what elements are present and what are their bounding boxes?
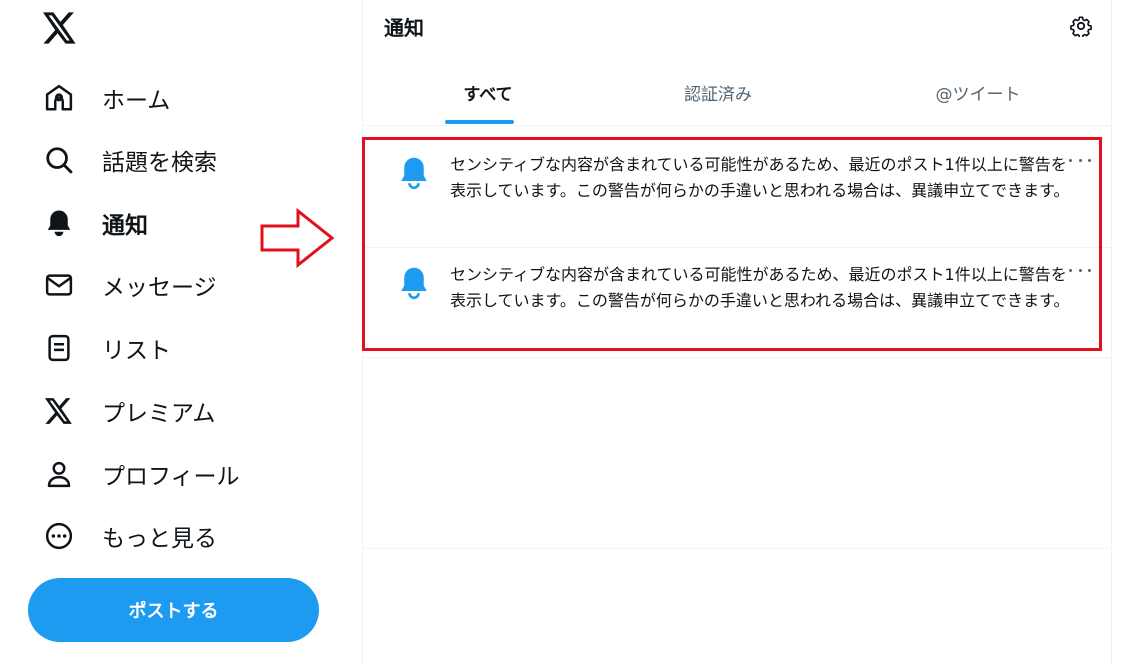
list-icon <box>44 333 74 363</box>
tab-verified[interactable]: 認証済み <box>593 62 843 125</box>
sidebar-item-label: 通知 <box>102 213 148 239</box>
mail-icon <box>44 270 74 300</box>
gear-icon[interactable] <box>1067 12 1095 40</box>
notifications-column: 通知 すべて 認証済み @ツイート センシティブな内容が含まれている可能性がある… <box>362 0 1112 665</box>
sidebar-item-more[interactable]: もっと見る <box>30 510 217 562</box>
notification-tabs: すべて 認証済み @ツイート <box>363 62 1112 126</box>
home-icon <box>44 83 74 113</box>
more-options-icon[interactable] <box>1069 154 1091 166</box>
sidebar-item-label: リスト <box>102 338 171 364</box>
notification-item[interactable]: センシティブな内容が含まれている可能性があるため、最近のポスト1件以上に警告を表… <box>363 138 1112 248</box>
bell-icon <box>44 208 74 238</box>
sidebar-item-notifications[interactable]: 通知 <box>30 197 148 249</box>
post-button[interactable]: ポストする <box>28 578 319 642</box>
notification-item[interactable]: センシティブな内容が含まれている可能性があるため、最近のポスト1件以上に警告を表… <box>363 248 1112 358</box>
sidebar-item-profile[interactable]: プロフィール <box>30 448 240 500</box>
x-logo-icon <box>44 396 74 426</box>
page-title: 通知 <box>384 16 424 40</box>
sidebar-item-label: もっと見る <box>102 526 217 552</box>
tab-mentions[interactable]: @ツイート <box>853 62 1103 125</box>
sidebar-item-explore[interactable]: 話題を検索 <box>30 134 217 186</box>
sidebar-item-lists[interactable]: リスト <box>30 322 171 374</box>
sidebar-item-messages[interactable]: メッセージ <box>30 259 217 311</box>
search-icon <box>44 145 74 175</box>
sidebar-item-label: プロフィール <box>102 464 240 490</box>
tab-all[interactable]: すべて <box>363 62 613 125</box>
more-options-icon[interactable] <box>1069 264 1091 276</box>
active-tab-indicator <box>445 120 514 124</box>
notification-text: センシティブな内容が含まれている可能性があるため、最近のポスト1件以上に警告を表… <box>450 155 1070 200</box>
sidebar-item-label: メッセージ <box>102 275 217 301</box>
more-circle-icon <box>44 521 74 551</box>
notification-text: センシティブな内容が含まれている可能性があるため、最近のポスト1件以上に警告を表… <box>450 265 1070 310</box>
sidebar-item-premium[interactable]: プレミアム <box>30 385 215 437</box>
sidebar-item-label: ホーム <box>102 88 171 114</box>
sidebar-item-label: プレミアム <box>102 401 216 427</box>
divider <box>362 548 1112 549</box>
sidebar-item-label: 話題を検索 <box>102 150 217 176</box>
x-logo-icon[interactable] <box>42 10 78 46</box>
bell-icon <box>401 267 427 300</box>
arrow-right-icon <box>260 207 335 269</box>
bell-icon <box>401 157 427 190</box>
sidebar: ホーム 話題を検索 通知 メッセージ リスト プレミアム プロフィール もっと見… <box>0 0 362 665</box>
sidebar-item-home[interactable]: ホーム <box>30 72 170 124</box>
person-icon <box>44 459 74 489</box>
